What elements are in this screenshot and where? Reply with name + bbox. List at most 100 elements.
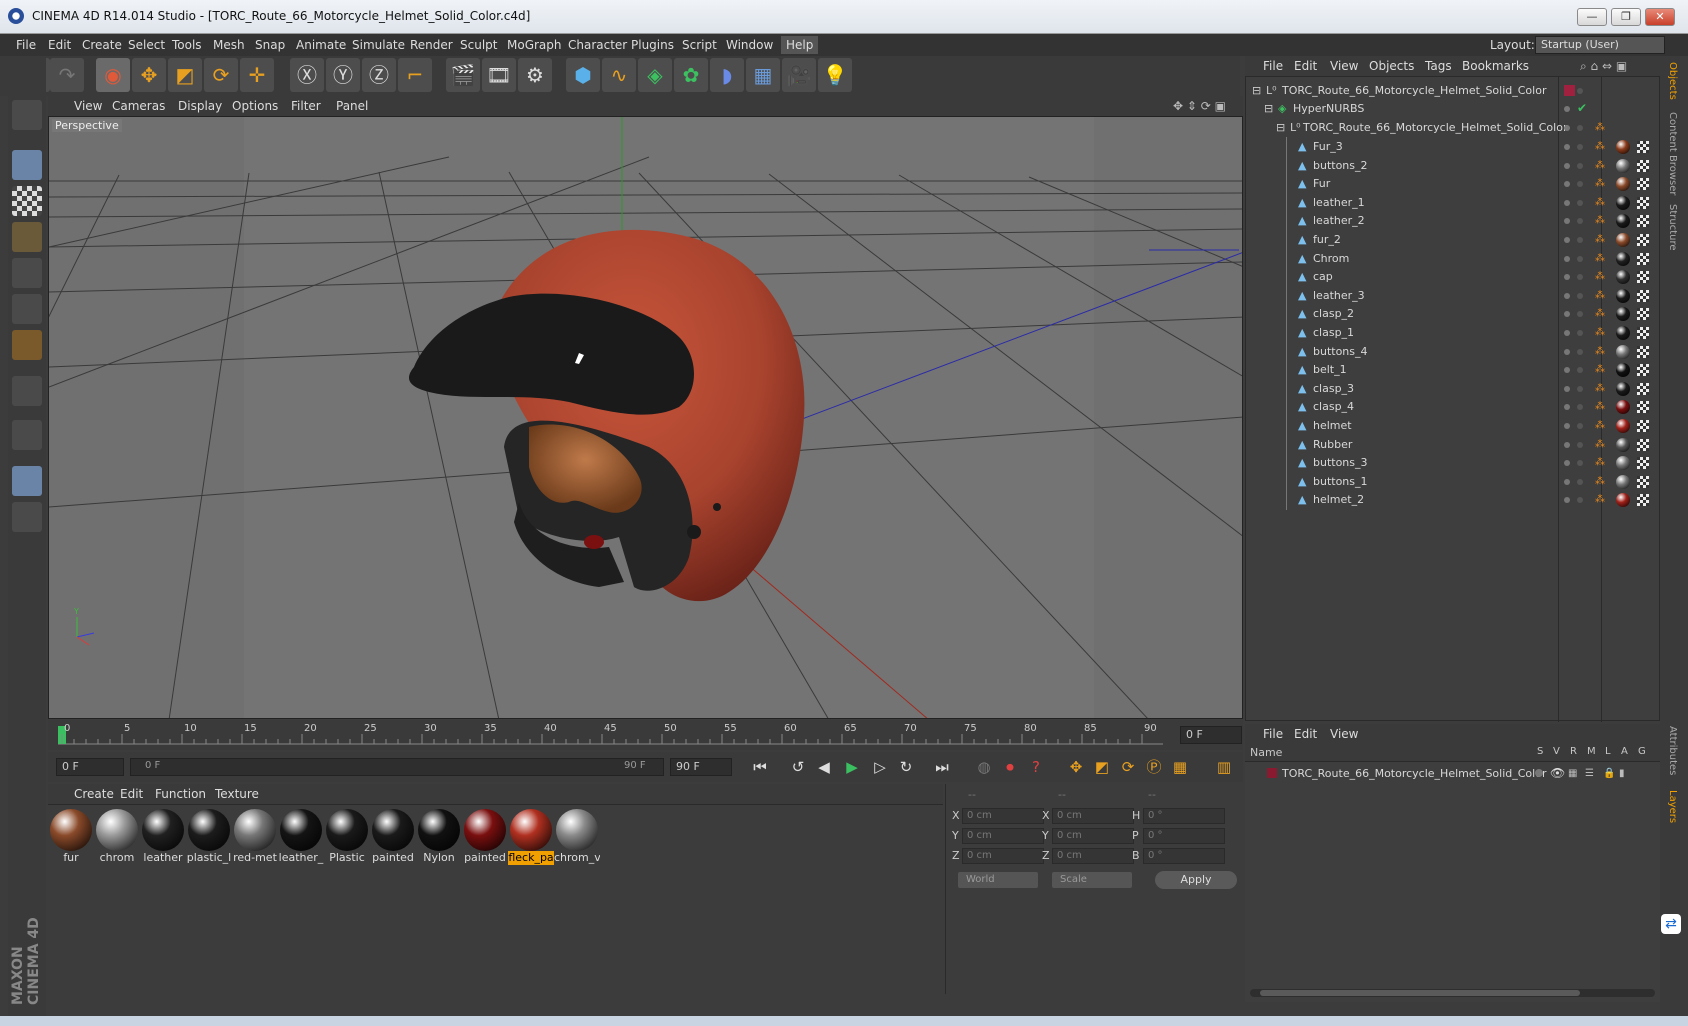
- play-icon[interactable]: ▶: [840, 755, 864, 779]
- uvw-tag-icon[interactable]: [1637, 178, 1649, 191]
- coordinate-system-icon[interactable]: ⌐: [398, 58, 432, 92]
- menu-mograph[interactable]: MoGraph: [507, 38, 562, 52]
- phong-tag-icon[interactable]: ⁂: [1595, 494, 1605, 506]
- material-tag-icon[interactable]: [1616, 344, 1630, 359]
- layer-flag-view[interactable]: V: [1553, 746, 1560, 757]
- menu-snap[interactable]: Snap: [255, 38, 285, 52]
- layer-solo-toggle[interactable]: [1535, 769, 1543, 777]
- size-y-field[interactable]: 0 cm: [1052, 828, 1134, 844]
- move-icon[interactable]: ✥: [132, 58, 166, 92]
- object-row[interactable]: ▲ buttons_3 ⁂: [1246, 453, 1659, 474]
- snap-magnet-icon[interactable]: [12, 420, 42, 450]
- texture-mode-icon[interactable]: [12, 186, 42, 216]
- maximize-button[interactable]: ❐: [1611, 8, 1641, 26]
- viewport-menu-filter[interactable]: Filter: [291, 99, 321, 113]
- objects-menu-tags[interactable]: Tags: [1425, 59, 1452, 73]
- uvw-tag-icon[interactable]: [1637, 271, 1649, 284]
- timeline-ruler[interactable]: 0 5 10 15 20 25 30 35 40 45 50 55 60 65 70 75 80 85 90 0 F: [48, 720, 1243, 750]
- layer-flag-locked[interactable]: L: [1605, 746, 1611, 757]
- workplane-icon[interactable]: [12, 222, 42, 252]
- editor-visibility-dot[interactable]: [1564, 181, 1570, 188]
- uvw-tag-icon[interactable]: [1637, 252, 1649, 265]
- object-row[interactable]: ▲ buttons_1 ⁂: [1246, 471, 1659, 492]
- rotation-b-field[interactable]: 0 °: [1143, 848, 1225, 864]
- uvw-tag-icon[interactable]: [1637, 494, 1649, 507]
- record-keys-icon[interactable]: ◍: [972, 755, 996, 779]
- object-row[interactable]: ▲ belt_1 ⁂: [1246, 360, 1659, 381]
- render-picture-viewer-icon[interactable]: 🎞: [482, 58, 516, 92]
- uvw-tag-icon[interactable]: [1637, 382, 1649, 395]
- viewport-menu-panel[interactable]: Panel: [336, 99, 368, 113]
- material-menu-edit[interactable]: Edit: [120, 787, 143, 801]
- transform-icon[interactable]: ✛: [240, 58, 274, 92]
- y-axis-icon[interactable]: Ⓨ: [326, 58, 360, 92]
- layer-manager-icon[interactable]: ☰: [1585, 768, 1594, 779]
- menu-mesh[interactable]: Mesh: [213, 38, 245, 52]
- key-rotation-icon[interactable]: ⟳: [1116, 755, 1140, 779]
- live-selection-icon[interactable]: ◉: [96, 58, 130, 92]
- material-tag-icon[interactable]: [1616, 288, 1630, 303]
- editor-visibility-dot[interactable]: [1564, 441, 1570, 448]
- floor-icon[interactable]: ▦: [746, 58, 780, 92]
- phong-tag-icon[interactable]: ⁂: [1595, 346, 1605, 358]
- viewport-menu-view[interactable]: View: [74, 99, 102, 113]
- render-visibility-dot[interactable]: [1577, 497, 1583, 504]
- polygons-mode-icon[interactable]: [12, 330, 42, 360]
- layer-animation-icon[interactable]: ▮: [1619, 768, 1625, 779]
- phong-tag-icon[interactable]: ⁂: [1595, 290, 1605, 302]
- layer-flag-manager[interactable]: M: [1587, 746, 1596, 757]
- uvw-tag-icon[interactable]: [1637, 196, 1649, 209]
- menu-render[interactable]: Render: [410, 38, 453, 52]
- editor-visibility-dot[interactable]: [1564, 478, 1570, 485]
- phong-tag-icon[interactable]: ⁂: [1595, 364, 1605, 376]
- current-frame-field[interactable]: 0 F: [1180, 726, 1242, 744]
- menu-plugins[interactable]: Plugins: [631, 38, 674, 52]
- object-row[interactable]: ▲ fur_2 ⁂: [1246, 230, 1659, 250]
- position-x-field[interactable]: 0 cm: [962, 808, 1044, 824]
- object-row[interactable]: ▲ leather_1 ⁂: [1246, 192, 1659, 213]
- render-visibility-dot[interactable]: [1577, 199, 1583, 206]
- material-tag-icon[interactable]: [1616, 326, 1630, 340]
- phong-tag-icon[interactable]: ⁂: [1595, 160, 1605, 172]
- rotate-icon[interactable]: ⟳: [204, 58, 238, 92]
- uvw-tag-icon[interactable]: [1637, 327, 1649, 339]
- uvw-tag-icon[interactable]: [1637, 457, 1649, 470]
- apply-button[interactable]: Apply: [1155, 871, 1237, 889]
- object-row-root[interactable]: ⊟ L⁰ TORC_Route_66_Motorcycle_Helmet_Sol…: [1246, 81, 1659, 101]
- render-visibility-dot[interactable]: [1577, 125, 1583, 131]
- tab-structure[interactable]: Structure: [1662, 204, 1678, 251]
- menu-tools[interactable]: Tools: [172, 38, 202, 52]
- size-z-field[interactable]: 0 cm: [1052, 848, 1134, 864]
- menu-create[interactable]: Create: [82, 38, 122, 52]
- object-row[interactable]: ▲ clasp_2 ⁂: [1246, 304, 1659, 325]
- render-visibility-dot[interactable]: [1577, 88, 1583, 94]
- menu-edit[interactable]: Edit: [48, 38, 71, 52]
- object-row[interactable]: ▲ cap ⁂: [1246, 267, 1659, 288]
- position-z-field[interactable]: 0 cm: [962, 848, 1044, 864]
- close-button[interactable]: ✕: [1645, 8, 1675, 26]
- layer-lock-icon[interactable]: 🔒: [1603, 768, 1615, 779]
- object-row[interactable]: ▲ buttons_2 ⁂: [1246, 155, 1659, 176]
- menu-file[interactable]: File: [16, 38, 36, 52]
- uvw-tag-icon[interactable]: [1637, 141, 1649, 153]
- editor-visibility-dot[interactable]: [1564, 497, 1570, 504]
- viewport-menu-cameras[interactable]: Cameras: [112, 99, 165, 113]
- locked-workplane-icon[interactable]: [12, 466, 42, 496]
- end-frame-field[interactable]: 90 F: [670, 758, 732, 776]
- material-swatch[interactable]: red-met: [232, 807, 278, 865]
- objects-menu-bookmarks[interactable]: Bookmarks: [1462, 59, 1529, 73]
- render-visibility-dot[interactable]: [1577, 292, 1583, 299]
- material-swatch-selected[interactable]: fleck_pa: [508, 807, 554, 865]
- editor-visibility-dot[interactable]: [1564, 106, 1570, 112]
- material-tag-icon[interactable]: [1616, 363, 1630, 378]
- layer-color-swatch[interactable]: [1267, 768, 1277, 778]
- render-visibility-dot[interactable]: [1577, 237, 1583, 243]
- object-row[interactable]: ▲ Fur_3 ⁂: [1246, 137, 1659, 157]
- layer-flag-animation[interactable]: A: [1621, 746, 1628, 757]
- material-tag-icon[interactable]: [1616, 177, 1630, 192]
- object-row[interactable]: ▲ helmet_2 ⁂: [1246, 490, 1659, 511]
- transform-mode-dropdown[interactable]: Scale: [1052, 872, 1132, 888]
- material-tag-icon[interactable]: [1616, 270, 1630, 285]
- uvw-tag-icon[interactable]: [1637, 159, 1649, 172]
- render-visibility-dot[interactable]: [1577, 162, 1583, 169]
